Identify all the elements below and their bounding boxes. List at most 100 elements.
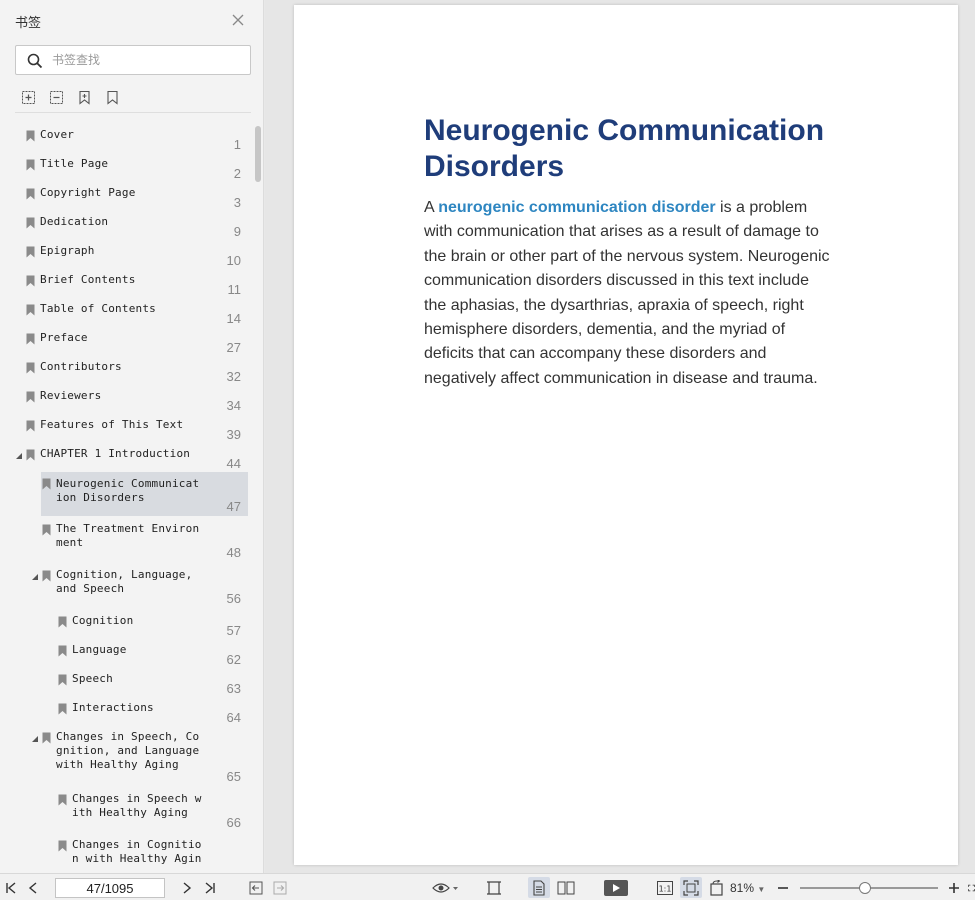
first-page-button[interactable] (4, 879, 18, 896)
collapse-all-icon[interactable] (49, 90, 64, 105)
bookmark-label: CHAPTER 1 Introduction (40, 447, 191, 460)
bookmark-panel-title: 书签 (15, 16, 42, 31)
bookmark-label: Speech (72, 672, 113, 685)
bookmark-page-number: 3 (233, 195, 241, 210)
bookmark-item[interactable]: Table of Contents (22, 302, 226, 324)
fit-width-button[interactable] (485, 879, 503, 896)
rotate-icon (710, 879, 723, 896)
actual-size-icon: 1:1 (657, 880, 673, 895)
previous-page-button[interactable] (26, 879, 40, 896)
bookmark-label: Table of Contents (40, 302, 156, 315)
fullscreen-icon (968, 884, 975, 891)
bookmark-flag-icon (58, 645, 67, 657)
expanded-triangle-icon[interactable] (31, 573, 39, 581)
expanded-triangle-icon[interactable] (31, 735, 39, 743)
bookmark-item[interactable]: Dedication (22, 215, 226, 237)
last-page-button[interactable] (203, 879, 217, 896)
scrollbar-thumb[interactable] (255, 126, 261, 182)
bookmark-label: Brief Contents (40, 273, 136, 286)
paragraph-text: is a problem with communication that ari… (424, 199, 830, 387)
bookmark-item[interactable]: Cover (22, 128, 226, 150)
zoom-out-button[interactable] (776, 879, 790, 896)
bookmark-item[interactable]: Preface (22, 331, 226, 353)
bookmark-flag-icon (58, 703, 67, 715)
play-button[interactable] (603, 879, 629, 896)
section-paragraph: A neurogenic communication disorder is a… (424, 196, 834, 391)
bookmark-item[interactable]: Language (54, 643, 226, 665)
bookmark-item[interactable]: Changes in Cognitio n with Healthy Agin (54, 838, 226, 873)
fit-page-icon (683, 879, 699, 896)
search-icon (27, 53, 43, 69)
bookmark-flag-icon (58, 616, 67, 628)
bookmark-flag-icon (58, 840, 67, 852)
bookmark-item[interactable]: Epigraph (22, 244, 226, 266)
single-page-button[interactable] (528, 877, 550, 898)
forward-view-button[interactable] (272, 879, 288, 896)
actual-size-button[interactable]: 1:1 (656, 879, 674, 896)
bookmark-item[interactable]: Features of This Text (22, 418, 226, 440)
bookmark-item[interactable]: Reviewers (22, 389, 226, 411)
bookmark-item[interactable]: Interactions (54, 701, 226, 723)
expanded-triangle-icon[interactable] (15, 452, 23, 460)
fit-page-button[interactable] (680, 877, 702, 898)
bookmark-flag-icon (26, 362, 35, 374)
zoom-slider-handle[interactable] (859, 882, 872, 894)
rotate-button[interactable] (708, 879, 726, 896)
bookmark-item[interactable]: The Treatment Environ ment (38, 522, 226, 566)
bookmark-page-number: 10 (226, 253, 241, 268)
back-view-button[interactable] (248, 879, 264, 896)
chevron-down-icon: ▼ (757, 885, 766, 894)
bookmark-search-input[interactable] (52, 51, 242, 69)
bookmark-page-number: 66 (226, 815, 241, 830)
bookmark-page-number: 32 (226, 369, 241, 384)
bookmark-item[interactable]: Changes in Speech, Co gnition, and Langu… (32, 730, 226, 790)
expand-all-icon[interactable] (21, 90, 36, 105)
bookmark-flag-icon (42, 478, 51, 490)
bookmark-list: Cover 1 Title Page 2 Copyright Page 3 Dedicati… (0, 118, 264, 873)
bookmark-scrollbar[interactable] (254, 118, 262, 873)
next-page-button[interactable] (180, 879, 194, 896)
bookmark-flag-icon (26, 449, 35, 461)
document-page: Neurogenic Communication Disorders A neu… (294, 5, 958, 865)
last-page-icon (205, 881, 215, 894)
zoom-level-dropdown[interactable]: 81% ▼ (730, 881, 765, 895)
page-number-input[interactable] (55, 878, 165, 898)
paragraph-prefix: A (424, 199, 439, 216)
fullscreen-button[interactable] (968, 879, 975, 896)
bookmark-icon[interactable] (105, 90, 120, 105)
bookmark-flag-icon (26, 304, 35, 316)
bookmark-label: Copyright Page (40, 186, 136, 199)
bookmark-item[interactable]: Cognition, Language, and Speech (32, 568, 226, 612)
bookmark-page-number: 56 (226, 591, 241, 606)
add-bookmark-icon[interactable] (77, 90, 92, 105)
bookmark-page-number: 34 (226, 398, 241, 413)
bookmark-item[interactable]: Title Page (22, 157, 226, 179)
bookmark-flag-icon (26, 275, 35, 287)
bookmark-item[interactable]: Copyright Page (22, 186, 226, 208)
close-icon[interactable] (231, 13, 245, 27)
bookmark-flag-icon (42, 732, 51, 744)
bookmark-label: The Treatment Environ ment (56, 522, 200, 549)
bookmark-flag-icon (58, 674, 67, 686)
bookmark-page-number: 63 (226, 681, 241, 696)
chevron-left-icon (28, 881, 37, 894)
single-page-icon (533, 879, 545, 896)
zoom-in-button[interactable] (947, 879, 961, 896)
eye-protection-button[interactable] (430, 879, 460, 896)
bookmark-item[interactable]: Changes in Speech w ith Healthy Aging (54, 792, 226, 836)
bookmark-page-number: 2 (233, 166, 241, 181)
bookmark-label: Preface (40, 331, 88, 344)
bookmark-flag-icon (42, 570, 51, 582)
bookmark-search-box (15, 45, 251, 75)
bookmark-item[interactable]: CHAPTER 1 Introduction (16, 447, 226, 469)
bookmark-page-number: 14 (226, 311, 241, 326)
bookmark-flag-icon (26, 391, 35, 403)
bookmark-item[interactable]: Cognition (54, 614, 226, 636)
bookmark-item[interactable]: Brief Contents (22, 273, 226, 295)
bookmark-item[interactable]: Contributors (22, 360, 226, 382)
bookmark-label: Cognition, Language, and Speech (56, 568, 193, 595)
two-page-button[interactable] (556, 879, 576, 896)
document-viewport[interactable]: Neurogenic Communication Disorders A neu… (265, 0, 975, 873)
play-icon (604, 879, 628, 896)
bookmark-item[interactable]: Speech (54, 672, 226, 694)
